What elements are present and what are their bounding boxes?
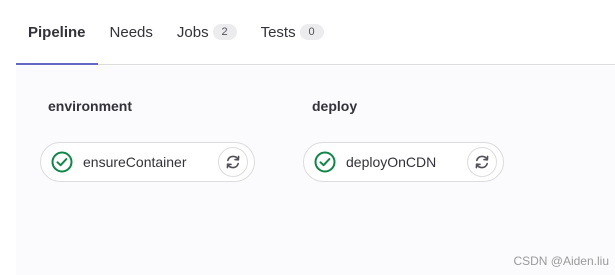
tab-jobs-label: Jobs <box>176 23 209 41</box>
job-name: ensureContainer <box>83 154 187 170</box>
pipeline-graph: environment ensureContainer deploy deplo… <box>16 66 615 275</box>
watermark: CSDN @Aiden.liu <box>513 254 609 268</box>
retry-icon <box>226 155 240 169</box>
job-name: deployOnCDN <box>346 154 437 170</box>
job-ensure-container[interactable]: ensureContainer <box>40 142 255 182</box>
tab-needs-label: Needs <box>109 23 153 41</box>
tab-pipeline[interactable]: Pipeline <box>16 0 98 65</box>
tab-tests-label: Tests <box>260 23 296 41</box>
job-deploy-on-cdn[interactable]: deployOnCDN <box>303 142 504 182</box>
tab-pipeline-label: Pipeline <box>28 23 86 41</box>
stage-title: deploy <box>312 98 358 114</box>
tests-count-badge: 0 <box>299 24 324 40</box>
stage-title: environment <box>48 98 133 114</box>
jobs-count-badge: 2 <box>212 24 237 40</box>
retry-button[interactable] <box>467 147 497 177</box>
tab-needs[interactable]: Needs <box>98 0 165 64</box>
retry-icon <box>475 155 489 169</box>
pipeline-tabs: Pipeline Needs Jobs 2 Tests 0 <box>16 0 615 65</box>
retry-button[interactable] <box>218 147 248 177</box>
check-circle-icon <box>51 151 73 173</box>
check-circle-icon <box>314 151 336 173</box>
tab-tests[interactable]: Tests 0 <box>249 0 336 64</box>
tab-jobs[interactable]: Jobs 2 <box>165 0 249 64</box>
